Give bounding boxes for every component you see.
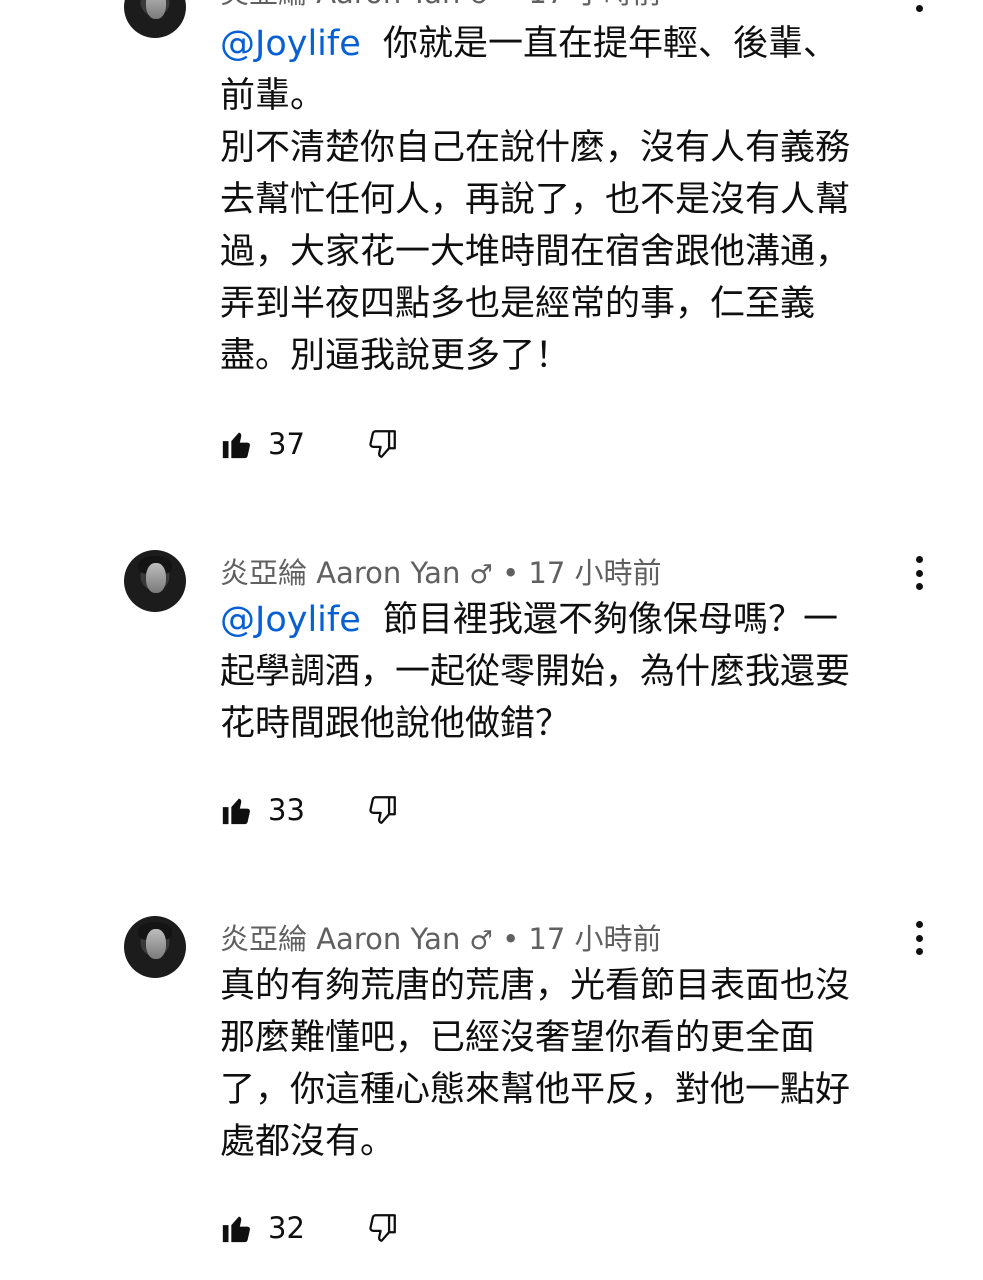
comment-line: 弄到半夜四點多也是經常的事，仁至義	[220, 284, 816, 324]
thumbs-down-icon	[369, 430, 396, 458]
comment-line: 過，大家花一大堆時間在宿舍跟他溝通，	[220, 232, 851, 272]
timestamp[interactable]: 17 小時前	[528, 556, 661, 590]
author-name[interactable]: 炎亞綸 Aaron Yan	[220, 556, 460, 590]
author-name[interactable]: 炎亞綸 Aaron Yan	[220, 0, 460, 10]
avatar[interactable]	[124, 916, 186, 978]
comment-line: @Joylife 你就是一直在提年輕、後輩、	[220, 18, 910, 70]
like-count: 33	[268, 793, 305, 827]
more-options-icon[interactable]	[906, 0, 932, 12]
comment-meta: 炎亞綸 Aaron Yan ♂ • 17 小時前	[220, 550, 662, 592]
meta-separator: •	[492, 556, 529, 590]
avatar[interactable]	[124, 550, 186, 612]
more-options-icon[interactable]	[906, 921, 932, 955]
thumbs-down-icon	[369, 1214, 396, 1242]
comment-line: 起學調酒，一起從零開始，為什麼我還要	[220, 652, 851, 692]
thumbs-down-icon	[369, 796, 396, 824]
meta-separator: •	[492, 922, 529, 956]
meta-separator: •	[493, 0, 529, 10]
avatar[interactable]	[124, 0, 186, 38]
thumbs-up-icon	[222, 432, 250, 459]
comment-line: 那麼難懂吧，已經沒奢望你看的更全面	[220, 1018, 816, 1058]
comment-line: 別不清楚你自己在說什麼，沒有人有義務	[220, 128, 851, 168]
comment-meta: 炎亞綸 Aaron Yan ♂ • 17 小時前	[220, 0, 662, 12]
timestamp[interactable]: 17 小時前	[528, 922, 661, 956]
like-button[interactable]: 32	[220, 1211, 305, 1245]
comment-line: @Joylife 節目裡我還不夠像保母嗎？一	[220, 594, 910, 646]
comment-line-text: 你就是一直在提年輕、後輩、	[383, 24, 839, 64]
comment-line: 前輩。	[220, 76, 326, 116]
comment-actions: 33	[220, 788, 399, 832]
more-options-icon[interactable]	[906, 556, 932, 590]
comment-line-text: 節目裡我還不夠像保母嗎？一	[383, 600, 839, 640]
mention-link[interactable]: @Joylife	[220, 24, 361, 64]
male-symbol-icon: ♂	[469, 926, 493, 956]
male-symbol-icon: ♂	[470, 0, 493, 10]
mention-link[interactable]: @Joylife	[220, 600, 361, 640]
comment-actions: 32	[220, 1206, 399, 1250]
comment-line: 去幫忙任何人，再說了，也不是沒有人幫	[220, 180, 851, 220]
thumbs-up-icon	[222, 1216, 250, 1243]
comment-line: 花時間跟他說他做錯？	[220, 704, 571, 744]
like-count: 32	[268, 1211, 305, 1245]
dislike-button[interactable]	[365, 427, 399, 461]
comment-text: @Joylife 節目裡我還不夠像保母嗎？一 起學調酒，一起從零開始，為什麼我還…	[220, 594, 910, 750]
comment-line: 了，你這種心態來幫他平反，對他一點好	[220, 1070, 851, 1110]
dislike-button[interactable]	[365, 793, 399, 827]
comment-line: 盡。別逼我說更多了！	[220, 336, 571, 376]
like-button[interactable]: 37	[220, 427, 305, 461]
comment-line: 真的有夠荒唐的荒唐，光看節目表面也沒	[220, 966, 851, 1006]
like-button[interactable]: 33	[220, 793, 305, 827]
comment-line: 處都沒有。	[220, 1122, 396, 1162]
dislike-button[interactable]	[365, 1211, 399, 1245]
male-symbol-icon: ♂	[469, 560, 493, 590]
author-name[interactable]: 炎亞綸 Aaron Yan	[220, 922, 460, 956]
comment-text: @Joylife 你就是一直在提年輕、後輩、 前輩。 別不清楚你自己在說什麼，沒…	[220, 18, 910, 382]
comment-meta: 炎亞綸 Aaron Yan ♂ • 17 小時前	[220, 916, 662, 958]
timestamp[interactable]: 17 小時前	[528, 0, 661, 10]
like-count: 37	[268, 427, 305, 461]
comment-text: 真的有夠荒唐的荒唐，光看節目表面也沒 那麼難懂吧，已經沒奢望你看的更全面 了，你…	[220, 960, 910, 1168]
thumbs-up-icon	[222, 798, 250, 825]
comment-actions: 37	[220, 422, 399, 466]
